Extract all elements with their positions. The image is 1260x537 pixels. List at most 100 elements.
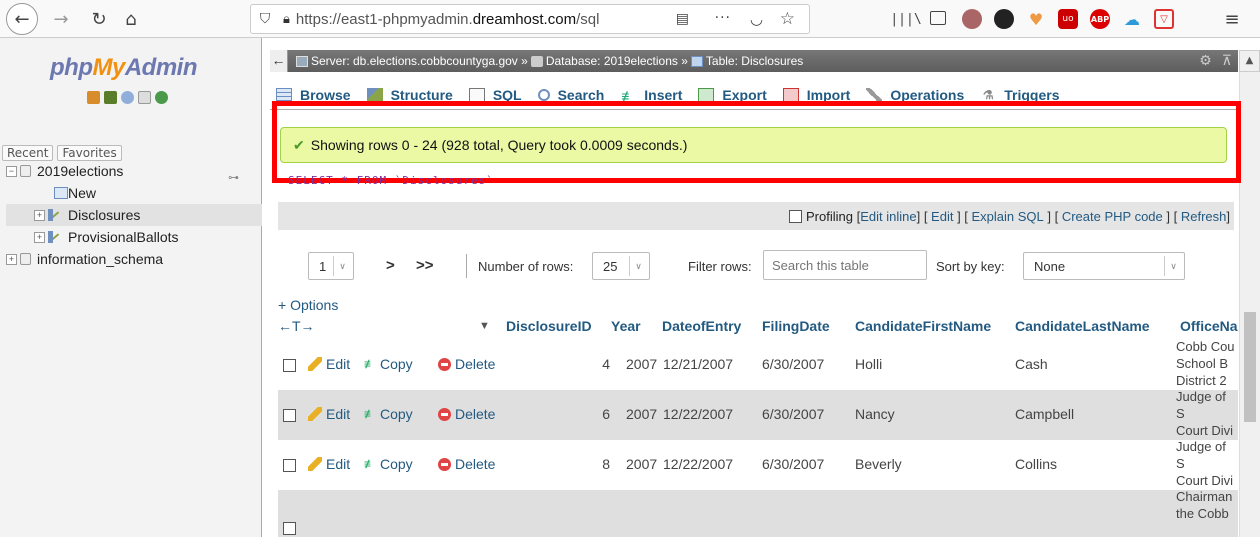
reload-icon[interactable]: ↻: [84, 4, 114, 34]
cell-candidatelastname[interactable]: Collins: [1015, 456, 1057, 472]
expand-icon[interactable]: +: [34, 231, 45, 243]
refresh-link[interactable]: Refresh: [1181, 209, 1227, 224]
cloud-extension-icon[interactable]: ☁: [1122, 9, 1142, 29]
address-bar[interactable]: ⛉ 🔒︎ https://east1-phpmyadmin.dreamhost.…: [250, 4, 810, 34]
cell-officename[interactable]: Cobb Cou School B District 2: [1176, 338, 1238, 390]
edit-row-link[interactable]: Edit: [308, 356, 350, 372]
tree-item-label[interactable]: ProvisionalBallots: [68, 229, 179, 245]
help-icon[interactable]: [121, 91, 134, 104]
cell-year[interactable]: 2007: [626, 356, 657, 372]
column-header-year[interactable]: Year: [611, 318, 641, 334]
row-checkbox[interactable]: [283, 522, 296, 535]
cell-candidatefirstname[interactable]: Holli: [855, 356, 882, 372]
column-header-disclosureid[interactable]: DisclosureID: [506, 318, 592, 334]
sql-query-text[interactable]: SELECT * FROM `Disclosures`: [288, 174, 494, 187]
copy-row-link[interactable]: ≢ Copy: [364, 356, 413, 372]
page-actions-button[interactable]: ···: [715, 10, 731, 26]
create-php-code-link[interactable]: Create PHP code: [1062, 209, 1163, 224]
pocket-extension-icon[interactable]: ▽: [1154, 9, 1174, 29]
settings-gear-icon[interactable]: ⚙: [1199, 52, 1212, 69]
documentation-icon[interactable]: [138, 91, 151, 104]
reload-navigation-icon[interactable]: [155, 91, 168, 104]
scrollbar-thumb[interactable]: [1244, 312, 1256, 422]
explain-sql-link[interactable]: Explain SQL: [972, 209, 1044, 224]
forward-arrow-icon[interactable]: →: [46, 4, 76, 34]
filter-rows-input[interactable]: [763, 250, 927, 280]
cell-disclosureid[interactable]: 8: [590, 456, 610, 472]
cell-disclosureid[interactable]: 4: [590, 356, 610, 372]
bookmark-star-icon[interactable]: ☆: [780, 9, 795, 29]
expand-icon[interactable]: +: [6, 253, 17, 265]
tree-item-label[interactable]: New: [68, 185, 96, 201]
library-icon[interactable]: |||\: [890, 9, 921, 29]
tree-item-new[interactable]: New: [6, 182, 262, 204]
tree-item-label[interactable]: Disclosures: [68, 207, 140, 223]
breadcrumb-server[interactable]: Server: db.elections.cobbcountyga.gov »: [311, 54, 528, 68]
cell-officename[interactable]: Chairman the Cobb: [1176, 488, 1238, 537]
edit-link[interactable]: Edit: [931, 209, 953, 224]
adblock-plus-icon[interactable]: ABP: [1090, 9, 1110, 29]
last-page-button[interactable]: >>: [416, 257, 434, 274]
cell-year[interactable]: 2007: [626, 406, 657, 422]
back-arrow-icon[interactable]: ←: [6, 3, 38, 35]
reader-view-icon[interactable]: ▤: [676, 11, 689, 27]
options-link[interactable]: + Options: [278, 297, 338, 313]
tree-item-2019elections[interactable]: − 2019elections: [6, 160, 262, 182]
tree-item-information-schema[interactable]: + information_schema: [6, 248, 262, 270]
column-resize-icon[interactable]: ←T→: [278, 318, 315, 334]
hamburger-menu-icon[interactable]: ≡: [1222, 9, 1242, 30]
tree-item-label[interactable]: 2019elections: [37, 163, 123, 179]
collapse-navigation-button[interactable]: ←: [270, 50, 288, 72]
breadcrumb-database[interactable]: Database: 2019elections »: [546, 54, 688, 68]
row-checkbox[interactable]: [283, 359, 296, 372]
delete-row-link[interactable]: Delete: [438, 456, 495, 472]
profiling-label[interactable]: Profiling: [806, 209, 853, 224]
copy-row-link[interactable]: ≢ Copy: [364, 406, 413, 422]
next-page-button[interactable]: >: [386, 257, 395, 274]
profiling-checkbox[interactable]: [789, 209, 802, 223]
cell-dateofentry[interactable]: 12/21/2007: [663, 356, 733, 372]
ublock-icon[interactable]: uo: [1058, 9, 1078, 29]
breadcrumb-table[interactable]: Table: Disclosures: [706, 54, 803, 68]
sidebar-toggle-icon[interactable]: [930, 11, 946, 25]
cell-filingdate[interactable]: 6/30/2007: [762, 456, 824, 472]
collapse-icon[interactable]: −: [6, 165, 17, 177]
cell-candidatefirstname[interactable]: Nancy: [855, 406, 895, 422]
column-header-candidatelastname[interactable]: CandidateLastName: [1015, 318, 1150, 334]
cell-dateofentry[interactable]: 12/22/2007: [663, 456, 733, 472]
tree-item-disclosures[interactable]: + Disclosures: [6, 204, 262, 226]
sort-key-select[interactable]: None ∨: [1023, 252, 1185, 280]
tracking-shield-icon[interactable]: ⛉: [253, 11, 277, 27]
column-header-filingdate[interactable]: FilingDate: [762, 318, 830, 334]
pocket-icon[interactable]: ◡: [750, 10, 763, 28]
url-text[interactable]: https://east1-phpmyadmin.dreamhost.com/s…: [296, 11, 599, 28]
column-header-officename[interactable]: OfficeNa: [1180, 318, 1238, 334]
rows-per-page-select[interactable]: 25 ∨: [592, 252, 650, 280]
collapse-topbar-icon[interactable]: ⊼: [1222, 52, 1232, 69]
copy-row-link[interactable]: ≢ Copy: [364, 456, 413, 472]
vertical-scrollbar[interactable]: [1239, 72, 1260, 537]
row-checkbox[interactable]: [283, 409, 296, 422]
cell-filingdate[interactable]: 6/30/2007: [762, 406, 824, 422]
extension-icon[interactable]: [962, 9, 982, 29]
home-icon[interactable]: ⌂: [116, 4, 146, 34]
heart-extension-icon[interactable]: ♥: [1026, 9, 1046, 29]
cell-officename[interactable]: Judge of S Court Divi ll Post 1: [1176, 388, 1238, 440]
edit-row-link[interactable]: Edit: [308, 406, 350, 422]
tree-item-label[interactable]: information_schema: [37, 251, 163, 267]
lock-icon[interactable]: 🔒︎: [283, 12, 290, 27]
cell-candidatefirstname[interactable]: Beverly: [855, 456, 902, 472]
phpmyadmin-logo[interactable]: phpMyAdmin: [50, 54, 198, 82]
cell-year[interactable]: 2007: [626, 456, 657, 472]
delete-row-link[interactable]: Delete: [438, 406, 495, 422]
cell-dateofentry[interactable]: 12/22/2007: [663, 406, 733, 422]
column-header-candidatefirstname[interactable]: CandidateFirstName: [855, 318, 991, 334]
edit-row-link[interactable]: Edit: [308, 456, 350, 472]
row-checkbox[interactable]: [283, 459, 296, 472]
cell-filingdate[interactable]: 6/30/2007: [762, 356, 824, 372]
edit-inline-link[interactable]: Edit inline: [860, 209, 916, 224]
page-select[interactable]: 1 ∨: [308, 252, 354, 280]
home-icon[interactable]: [87, 91, 100, 104]
sort-arrow-icon[interactable]: ▼: [479, 320, 490, 332]
cell-disclosureid[interactable]: 6: [590, 406, 610, 422]
